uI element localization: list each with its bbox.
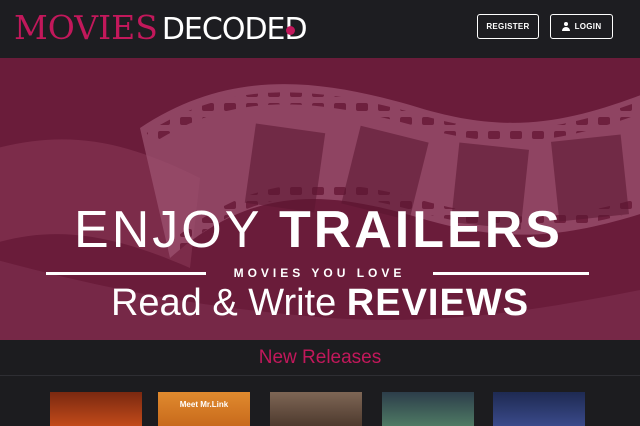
poster-1[interactable] (50, 392, 142, 426)
hero-subheadline: Read & Write REVIEWS (80, 280, 560, 326)
new-releases-title: New Releases (258, 347, 382, 368)
login-label: LOGIN (574, 22, 602, 31)
poster-3[interactable] (270, 392, 362, 426)
login-button[interactable]: LOGIN (550, 14, 613, 39)
poster-2[interactable]: Meet Mr.Link (158, 392, 250, 426)
hero-banner: ENJOY TRAILERS MOVIES YOU LOVE Read & Wr… (0, 58, 640, 340)
register-button[interactable]: REGISTER (477, 14, 539, 39)
new-releases-section: New Releases Meet Mr.Link (0, 340, 640, 426)
subheadline-reviews: REVIEWS (346, 282, 530, 324)
poster-5[interactable] (493, 392, 585, 426)
site-logo[interactable]: MOVIES DECODED (14, 8, 308, 48)
section-divider (0, 375, 640, 376)
divider-right (433, 272, 589, 275)
site-header: MOVIES DECODED REGISTER LOGIN (0, 0, 640, 58)
headline-enjoy: ENJOY (74, 201, 262, 259)
logo-movies-text: MOVIES (14, 8, 158, 47)
hero-headline: ENJOY TRAILERS (46, 200, 591, 260)
user-icon (562, 22, 571, 31)
divider-left (46, 272, 206, 275)
hero-tagline: MOVIES YOU LOVE (233, 266, 406, 280)
poster-caption: Meet Mr.Link (179, 400, 229, 409)
logo-decoded-text: DECODED (161, 12, 308, 47)
hero-text: ENJOY TRAILERS MOVIES YOU LOVE Read & Wr… (0, 58, 640, 340)
subheadline-read-write: Read & Write (110, 282, 337, 324)
poster-4[interactable] (382, 392, 474, 426)
logo-dot (286, 26, 295, 35)
headline-trailers: TRAILERS (278, 201, 563, 259)
register-label: REGISTER (486, 22, 530, 31)
